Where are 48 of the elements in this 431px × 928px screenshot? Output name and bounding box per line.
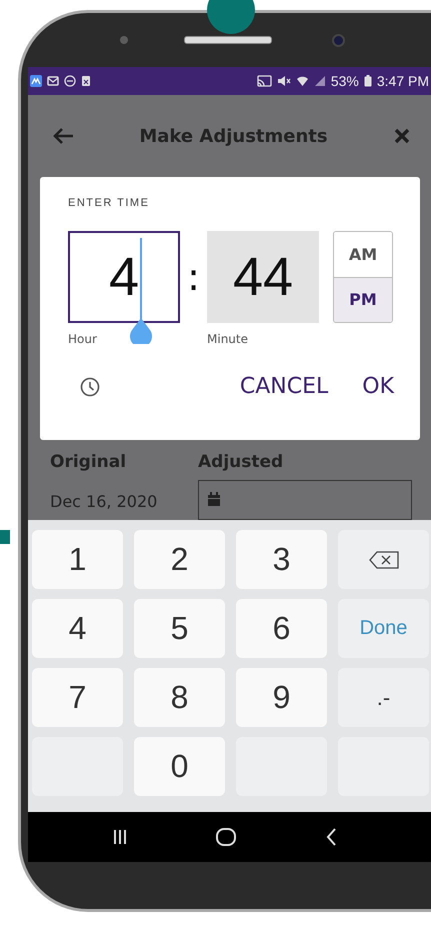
file-icon	[81, 75, 91, 87]
backspace-key[interactable]	[338, 530, 429, 589]
recent-apps-icon[interactable]	[112, 828, 128, 846]
keypad-key[interactable]: 3	[236, 530, 327, 589]
keypad-key[interactable]: .-	[338, 668, 429, 727]
do-not-disturb-icon	[64, 75, 76, 87]
camera-lens	[332, 34, 345, 46]
sensor-dot	[120, 36, 128, 44]
back-icon[interactable]	[325, 827, 338, 847]
calendar-icon	[207, 492, 221, 506]
minute-label: Minute	[207, 332, 249, 346]
keypad-key[interactable]: 7	[32, 668, 123, 727]
back-arrow-icon	[52, 127, 74, 145]
mute-icon	[276, 75, 291, 87]
keypad-key[interactable]: 6	[236, 599, 327, 658]
minute-field[interactable]: 44	[207, 231, 319, 323]
decor-marker	[0, 530, 10, 544]
date-field[interactable]	[198, 480, 412, 520]
dialog-button[interactable]: CANCEL	[240, 374, 328, 399]
column-heading: Adjusted	[198, 452, 284, 472]
keypad-key[interactable]: 5	[134, 599, 225, 658]
keypad-key[interactable]: 2	[134, 530, 225, 589]
original-date: Dec 16, 2020	[50, 491, 158, 512]
signal-icon	[314, 75, 326, 87]
battery-icon	[364, 75, 372, 87]
wifi-icon	[296, 75, 309, 87]
home-icon[interactable]	[215, 827, 238, 847]
keypad-key[interactable]: 0	[134, 737, 225, 796]
keypad-key[interactable]: 1	[32, 530, 123, 589]
app-icon	[30, 75, 42, 87]
time-separator: :	[186, 254, 201, 301]
dialog-heading: ENTER TIME	[68, 197, 150, 209]
battery-percent: 53%	[330, 73, 359, 89]
mail-icon	[47, 75, 59, 87]
backspace-icon	[368, 550, 400, 570]
hour-field[interactable]: 4	[68, 231, 180, 323]
period-option[interactable]: PM	[334, 276, 392, 322]
keypad-key[interactable]: 4	[32, 599, 123, 658]
clock-icon[interactable]	[80, 376, 100, 396]
column-heading: Original	[50, 452, 128, 472]
hour-label: Hour	[68, 332, 98, 346]
clock-time: 3:47 PM	[376, 73, 429, 89]
keypad-key[interactable]: 8	[134, 668, 225, 727]
screen-title: Make Adjustments	[139, 126, 328, 146]
cast-icon	[256, 75, 272, 87]
close-icon	[393, 127, 411, 145]
keypad-key[interactable]: 9	[236, 668, 327, 727]
dialog-button[interactable]: OK	[362, 374, 394, 399]
